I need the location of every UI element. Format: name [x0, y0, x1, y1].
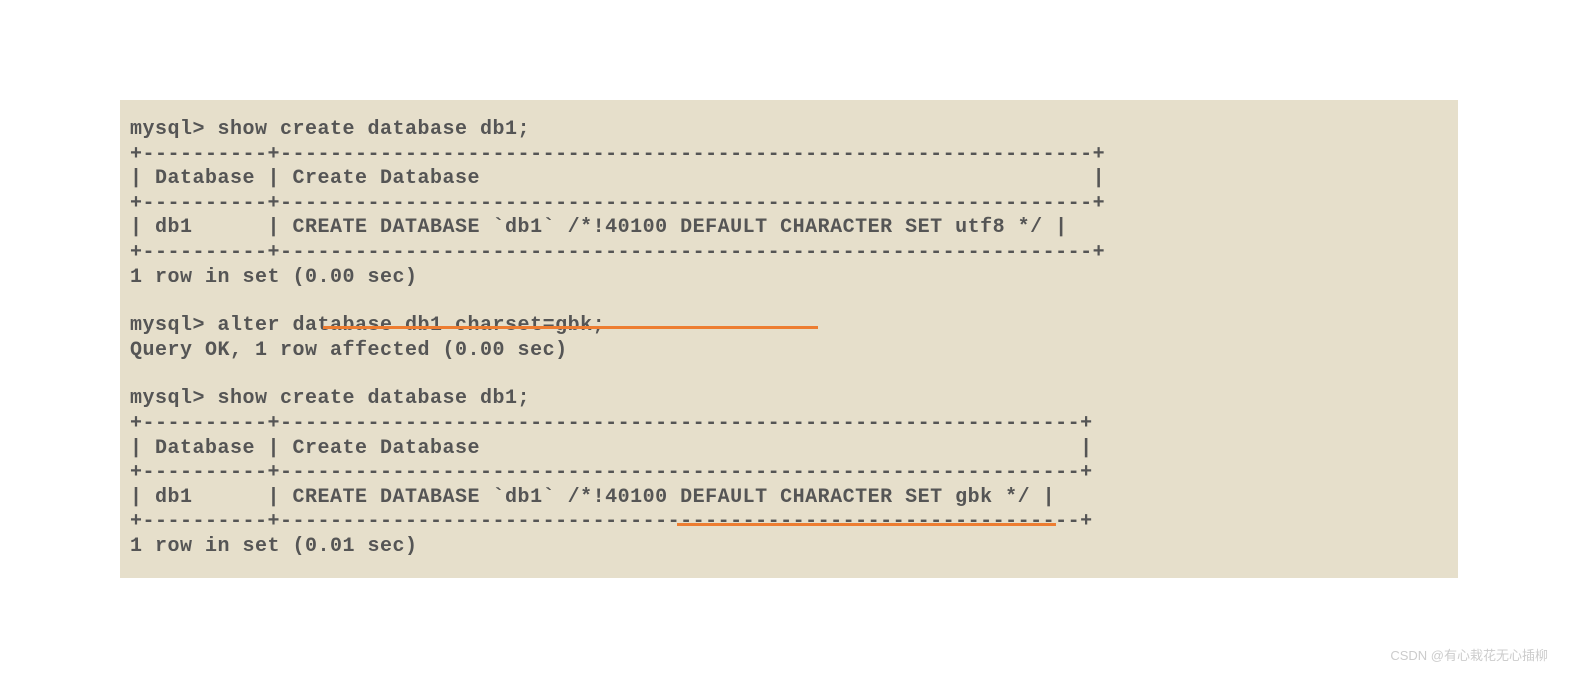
terminal-line: 1 row in set (0.00 sec)	[130, 266, 1448, 291]
terminal-blank-line	[130, 363, 1448, 387]
terminal-line: mysql> show create database db1;	[130, 118, 1448, 143]
terminal-blank-line	[130, 290, 1448, 314]
terminal-line: 1 row in set (0.01 sec)	[130, 535, 1448, 560]
terminal-line: +----------+----------------------------…	[130, 461, 1448, 486]
terminal-line: +----------+----------------------------…	[130, 412, 1448, 437]
terminal-line: mysql> show create database db1;	[130, 387, 1448, 412]
terminal-line: | Database | Create Database |	[130, 437, 1448, 462]
terminal-line: | Database | Create Database |	[130, 167, 1448, 192]
terminal-output: mysql> show create database db1; +------…	[120, 100, 1458, 578]
terminal-line: Query OK, 1 row affected (0.00 sec)	[130, 339, 1448, 364]
terminal-line: | db1 | CREATE DATABASE `db1` /*!40100 D…	[130, 216, 1448, 241]
annotation-underline-alter-command	[323, 326, 818, 329]
terminal-line: | db1 | CREATE DATABASE `db1` /*!40100 D…	[130, 486, 1448, 511]
terminal-line: +----------+----------------------------…	[130, 192, 1448, 217]
annotation-underline-gbk-result	[677, 523, 1056, 526]
terminal-line: +----------+----------------------------…	[130, 241, 1448, 266]
watermark-text: CSDN @有心栽花无心插柳	[1390, 645, 1548, 664]
terminal-line: +----------+----------------------------…	[130, 143, 1448, 168]
